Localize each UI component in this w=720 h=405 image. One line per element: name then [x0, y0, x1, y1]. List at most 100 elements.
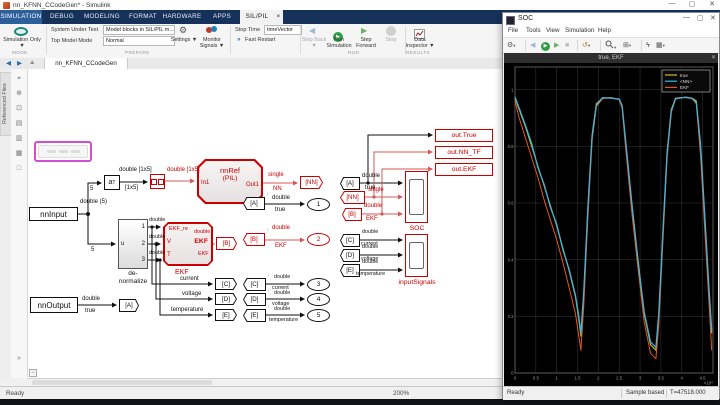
outport-1[interactable]: 1 [307, 198, 330, 211]
from-tag-a2[interactable]: [A] [340, 177, 360, 190]
annotation-icon[interactable]: ▥ [14, 134, 24, 144]
signal-label: temperature [269, 318, 298, 323]
collapse-button[interactable]: − [29, 369, 37, 377]
from-tag-d2[interactable]: [D] [340, 249, 360, 262]
model-document-tab[interactable]: nn_KFNN_CCodeGen [44, 58, 128, 69]
to-workspace-ekf[interactable]: out.EKF [435, 163, 493, 176]
system-under-test-label: System Under Test [51, 27, 98, 33]
area-icon[interactable]: □ [14, 164, 24, 174]
from-tag-nn[interactable]: [NN] [340, 191, 365, 204]
from-tag-b[interactable]: [B] [243, 233, 265, 246]
nav-back-icon[interactable]: ◀ [6, 59, 11, 67]
scope-zoom-icon[interactable]: ▾ [605, 40, 616, 53]
to-workspace-nntf[interactable]: out.NN_TF [435, 146, 493, 159]
inputsignals-scope-block[interactable] [405, 234, 428, 277]
transpose-block[interactable]: aT [104, 175, 120, 190]
settings-button[interactable]: Settings ▼ [169, 37, 199, 43]
simulation-only-button[interactable]: Simulation Only ▼ [2, 37, 42, 49]
menu-view[interactable]: View [546, 27, 560, 34]
maximize-button[interactable]: ▢ [684, 0, 700, 8]
signal-label: double [362, 230, 378, 235]
signal-label: double [274, 307, 290, 312]
tab-apps[interactable]: APPS [208, 10, 236, 24]
step-forward-button[interactable]: Step Forward [352, 37, 380, 49]
svg-text:2.5: 2.5 [616, 376, 623, 381]
goto-tag-c[interactable]: [C] [215, 278, 237, 290]
tab-silpil[interactable]: SIL/PIL [240, 10, 274, 24]
denorm-port-1: 1 [142, 224, 145, 230]
goto-tag-d[interactable]: [D] [215, 293, 237, 305]
scope-minimize-icon[interactable]: — [683, 14, 690, 21]
outport-4[interactable]: 4 [307, 293, 330, 306]
scope-settings-icon[interactable]: ⚙▾ [507, 40, 516, 51]
goto-tag-a[interactable]: [A] [119, 299, 139, 312]
goto-tag-e[interactable]: [E] [215, 309, 237, 321]
run-simulation-button[interactable]: Run Simulation [324, 37, 354, 49]
highlighted-empty-block[interactable] [34, 141, 92, 162]
scope-trigger-icon[interactable]: ϟ [646, 40, 650, 51]
from-tag-c2[interactable]: [C] [340, 234, 360, 247]
goto-tag-b[interactable]: [B] [216, 237, 237, 250]
top-model-mode-select[interactable]: Normal [103, 36, 175, 46]
menu-file[interactable]: File [508, 27, 518, 34]
from-tag-b2[interactable]: [B] [342, 208, 362, 221]
scope-plot-area[interactable]: true, EKF ✕ 00.511.522.533.544.500.20.40… [504, 53, 718, 386]
outport-3[interactable]: 3 [307, 278, 330, 291]
menu-help[interactable]: Help [598, 27, 611, 34]
tab-modeling[interactable]: MODELING [82, 10, 122, 24]
nnoutput-block[interactable]: nnOutput [30, 297, 78, 313]
plot-close-icon[interactable]: ✕ [711, 53, 716, 63]
palette-overflow-icon[interactable]: » [14, 354, 24, 364]
tab-simulation[interactable]: SIMULATION [0, 10, 42, 24]
scope-close-icon[interactable]: ✕ [710, 14, 716, 22]
grid-icon[interactable]: ▤ [14, 119, 24, 129]
hide-explorer-icon[interactable]: ⌖ [14, 74, 24, 84]
from-tag-c[interactable]: [C] [243, 278, 266, 291]
nav-forward-icon[interactable]: ▶ [17, 59, 22, 67]
cast-block[interactable] [150, 174, 165, 189]
signal-label: temperature [171, 307, 203, 313]
menu-tools[interactable]: Tools [526, 27, 541, 34]
soc-scope-window[interactable]: SOC — ▢ ✕ File Tools View Simulation Hel… [502, 12, 720, 399]
tab-format[interactable]: FORMAT [126, 10, 160, 24]
stop-button[interactable]: Stop [381, 37, 401, 43]
signal-wires [28, 69, 502, 378]
outport-2[interactable]: 2 [307, 233, 330, 246]
goto-tag-nn[interactable]: [NN] [300, 176, 323, 189]
scope-measurements-icon[interactable]: ▦▾ [656, 40, 665, 51]
monitor-signals-button[interactable]: Monitor Signals ▼ [198, 37, 226, 49]
tab-silpil-close-icon[interactable]: × [274, 10, 283, 24]
nninput-block[interactable]: nnInput [29, 207, 78, 221]
minimize-button[interactable]: — [664, 0, 680, 7]
to-workspace-true[interactable]: out.True [435, 129, 493, 142]
menu-simulation[interactable]: Simulation [565, 27, 594, 34]
data-inspector-button[interactable]: Data Inspector ▼ [404, 37, 436, 49]
system-under-test-select[interactable]: Model blocks in SIL/PIL m... [103, 25, 175, 35]
tab-hardware[interactable]: HARDWARE [162, 10, 202, 24]
signal-label: EKF [198, 252, 208, 257]
signal-label: true [275, 207, 285, 213]
zoom-icon[interactable]: ⊕ [14, 89, 24, 99]
from-tag-d[interactable]: [D] [243, 293, 266, 306]
image-icon[interactable]: ▦ [14, 149, 24, 159]
model-canvas[interactable]: nnInput aT nnRef (PIL) In1 Out1 [NN] u 1… [28, 69, 502, 378]
denormalize-block[interactable]: u 1 2 3 [118, 219, 148, 269]
scope-maximize-icon[interactable]: ▢ [697, 14, 704, 22]
scope-step-forward-icon[interactable]: ▶ [554, 40, 559, 51]
inputsignals-scope-name: inputSignals [385, 280, 449, 287]
tab-debug[interactable]: DEBUG [46, 10, 78, 24]
outport-5[interactable]: 5 [307, 309, 330, 322]
stop-time-input[interactable]: timeVector [264, 25, 302, 35]
scope-restore-view-icon[interactable]: ↺▾ [582, 40, 590, 51]
scope-stop-icon[interactable]: ■ [565, 40, 569, 51]
scope-scale-axes-icon[interactable]: ⊞▾ [623, 40, 631, 51]
from-tag-e[interactable]: [E] [243, 309, 266, 322]
scope-run-icon[interactable]: ▶ [541, 40, 550, 51]
from-tag-a[interactable]: [A] [243, 197, 265, 210]
fast-restart-toggle[interactable]: Fast Restart [245, 37, 275, 43]
fit-to-view-icon[interactable]: ⊡ [14, 104, 24, 114]
close-button[interactable]: ✕ [704, 0, 720, 8]
scope-step-back-icon[interactable]: ◀ [530, 40, 535, 51]
soc-scope-block[interactable] [405, 171, 428, 223]
nav-up-icon[interactable]: ▲ [29, 59, 35, 66]
